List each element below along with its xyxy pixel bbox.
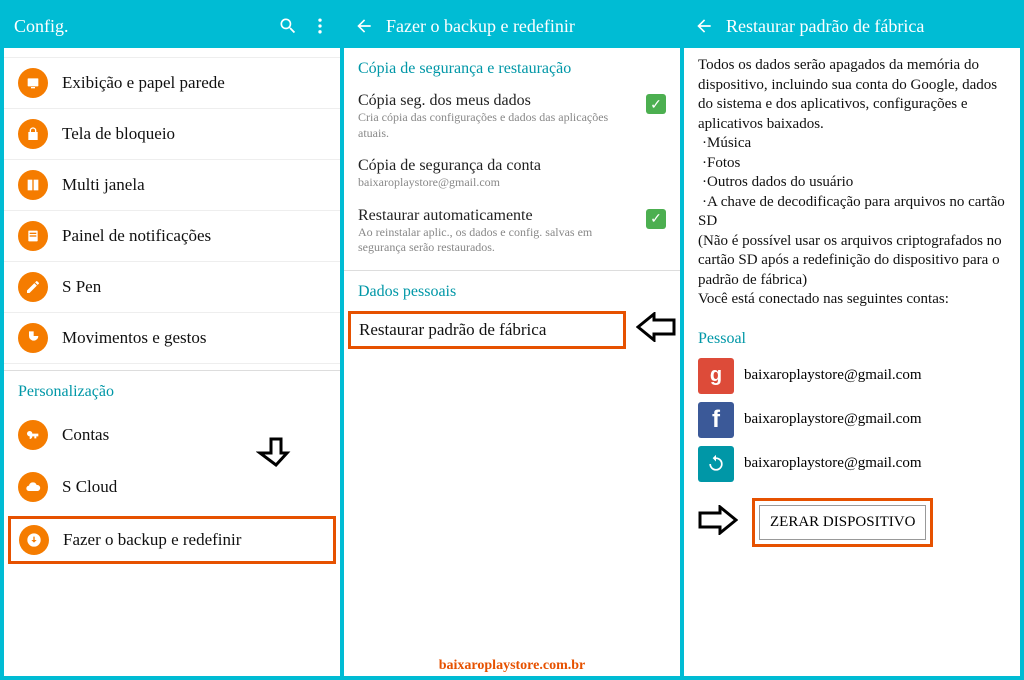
section-personalization: Personalização bbox=[4, 371, 340, 407]
header-title: Fazer o backup e redefinir bbox=[386, 16, 670, 37]
item-label: S Cloud bbox=[62, 477, 117, 497]
gesture-icon bbox=[18, 323, 48, 353]
backup-icon bbox=[19, 525, 49, 555]
back-icon[interactable] bbox=[354, 16, 374, 36]
settings-item-lockscreen[interactable]: Tela de bloqueio bbox=[4, 109, 340, 160]
bullet: ·Fotos bbox=[698, 155, 740, 171]
connected-text: Você está conectado nas seguintes contas… bbox=[698, 291, 949, 307]
backup-account[interactable]: Cópia de segurança da conta baixaroplays… bbox=[344, 149, 680, 199]
display-icon bbox=[18, 68, 48, 98]
config-content: Exibição e papel parede Tela de bloqueio… bbox=[4, 48, 340, 676]
item-label: Movimentos e gestos bbox=[62, 328, 207, 348]
arrow-left-icon bbox=[636, 312, 676, 347]
bullet: ·A chave de decodificação para arquivos … bbox=[698, 194, 1005, 230]
account-email: baixaroplaystore@gmail.com bbox=[744, 367, 922, 384]
item-label: Exibição e papel parede bbox=[62, 73, 225, 93]
backup-title: Cópia seg. dos meus dados bbox=[358, 92, 638, 110]
warning-text: Todos os dados serão apagados da memória… bbox=[684, 48, 1020, 318]
reset-device-button[interactable]: ZERAR DISPOSITIVO bbox=[759, 505, 926, 540]
paren-note: (Não é possível usar os arquivos criptog… bbox=[698, 233, 1002, 288]
lock-icon bbox=[18, 119, 48, 149]
backup-sub: Ao reinstalar aplic., os dados e config.… bbox=[358, 225, 638, 256]
factory-content: Todos os dados serão apagados da memória… bbox=[684, 48, 1020, 676]
arrow-right-icon bbox=[698, 505, 738, 540]
account-email: baixaroplaystore@gmail.com bbox=[744, 455, 922, 472]
checkbox-checked[interactable] bbox=[646, 94, 666, 114]
cloud-icon bbox=[18, 472, 48, 502]
account-email: baixaroplaystore@gmail.com bbox=[744, 411, 922, 428]
key-icon bbox=[18, 420, 48, 450]
settings-item-multiwindow[interactable]: Multi janela bbox=[4, 160, 340, 211]
account-google[interactable]: g baixaroplaystore@gmail.com bbox=[684, 354, 1020, 398]
warning: Todos os dados serão apagados da memória… bbox=[698, 57, 997, 132]
factory-reset-panel: Restaurar padrão de fábrica Todos os dad… bbox=[684, 4, 1020, 676]
notifications-icon bbox=[18, 221, 48, 251]
highlight-backup-reset[interactable]: Fazer o backup e redefinir bbox=[8, 516, 336, 564]
header-config: Config. bbox=[4, 4, 340, 48]
backup-content: Cópia de segurança e restauração Cópia s… bbox=[344, 48, 680, 676]
settings-item-notifications[interactable]: Painel de notificações bbox=[4, 211, 340, 262]
settings-item-motions[interactable]: Movimentos e gestos bbox=[4, 313, 340, 364]
settings-item-spen[interactable]: S Pen bbox=[4, 262, 340, 313]
section-backup-restore: Cópia de segurança e restauração bbox=[344, 48, 680, 84]
sync-icon bbox=[698, 446, 734, 482]
auto-restore[interactable]: Restaurar automaticamente Ao reinstalar … bbox=[344, 199, 680, 264]
backup-title: Restaurar automaticamente bbox=[358, 207, 638, 225]
highlight-factory-reset[interactable]: Restaurar padrão de fábrica bbox=[348, 311, 626, 349]
item-label: S Pen bbox=[62, 277, 101, 297]
multiwindow-icon bbox=[18, 170, 48, 200]
item-label: Tela de bloqueio bbox=[62, 124, 175, 144]
item-label: Fazer o backup e redefinir bbox=[63, 530, 241, 550]
backup-sub: baixaroplaystore@gmail.com bbox=[358, 175, 666, 191]
backup-panel: Fazer o backup e redefinir Cópia de segu… bbox=[344, 4, 680, 676]
facebook-icon: f bbox=[698, 402, 734, 438]
header-backup: Fazer o backup e redefinir bbox=[344, 4, 680, 48]
header-title: Config. bbox=[14, 16, 266, 37]
backup-sub: Cria cópia das configurações e dados das… bbox=[358, 110, 638, 141]
watermark-text: baixaroplaystore.com.br bbox=[439, 658, 585, 674]
item-label: Multi janela bbox=[62, 175, 145, 195]
item-label: Contas bbox=[62, 425, 109, 445]
account-sync[interactable]: baixaroplaystore@gmail.com bbox=[684, 442, 1020, 486]
bullet: ·Outros dados do usuário bbox=[698, 174, 853, 190]
config-panel: Config. Exibição e papel parede Tela de … bbox=[4, 4, 340, 676]
header-factory: Restaurar padrão de fábrica bbox=[684, 4, 1020, 48]
section-personal-data: Dados pessoais bbox=[344, 271, 680, 307]
settings-item-display[interactable]: Exibição e papel parede bbox=[4, 58, 340, 109]
pen-icon bbox=[18, 272, 48, 302]
item-label: Painel de notificações bbox=[62, 226, 211, 246]
item-label: Restaurar padrão de fábrica bbox=[359, 320, 546, 339]
backup-my-data[interactable]: Cópia seg. dos meus dados Cria cópia das… bbox=[344, 84, 680, 149]
section-pessoal: Pessoal bbox=[684, 318, 1020, 354]
header-title: Restaurar padrão de fábrica bbox=[726, 16, 1010, 37]
account-facebook[interactable]: f baixaroplaystore@gmail.com bbox=[684, 398, 1020, 442]
google-icon: g bbox=[698, 358, 734, 394]
highlight-reset-button: ZERAR DISPOSITIVO bbox=[752, 498, 933, 547]
settings-item-accounts[interactable]: Contas bbox=[4, 407, 340, 462]
search-icon[interactable] bbox=[278, 16, 298, 36]
more-icon[interactable] bbox=[310, 16, 330, 36]
arrow-down-icon bbox=[256, 437, 296, 472]
bullet: ·Música bbox=[698, 135, 751, 151]
checkbox-checked[interactable] bbox=[646, 209, 666, 229]
backup-title: Cópia de segurança da conta bbox=[358, 157, 666, 175]
back-icon[interactable] bbox=[694, 16, 714, 36]
